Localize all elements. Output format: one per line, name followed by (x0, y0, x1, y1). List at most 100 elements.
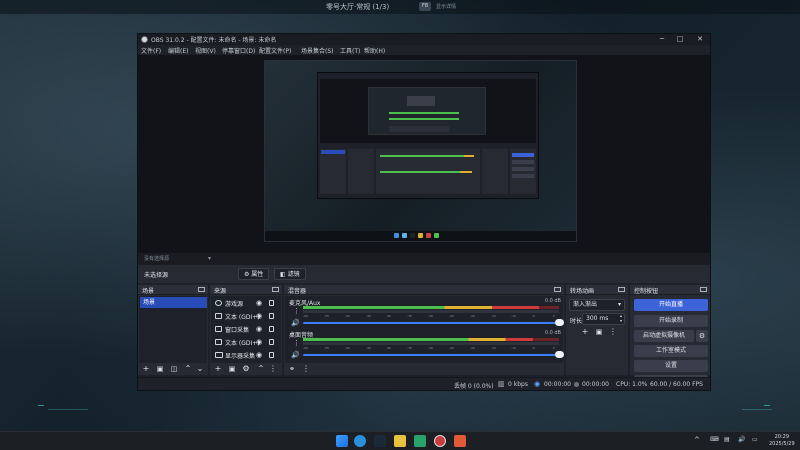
obs-window[interactable]: OBS 31.0.2 - 配置文件: 未命名 - 场景: 未命名 ─ □ ✕ 文… (137, 33, 711, 391)
mixer-dock-header: 混音器 (284, 285, 564, 295)
channel-menu-icon[interactable]: ⋮ (293, 307, 300, 315)
more-options-icon[interactable]: ⋮ (268, 364, 278, 374)
preview-canvas[interactable] (264, 60, 577, 242)
remove-source-icon[interactable]: ▣ (227, 364, 237, 374)
move-up-icon[interactable]: ⌃ (256, 364, 266, 374)
menu-profile[interactable]: 配置文件(P) (259, 46, 291, 55)
more-options-icon[interactable]: ⋮ (301, 364, 311, 374)
text-icon (215, 313, 222, 319)
undock-icon[interactable] (700, 287, 707, 292)
undock-icon[interactable] (618, 287, 625, 292)
visibility-eye-icon[interactable]: ◉ (256, 312, 262, 320)
transition-select[interactable]: 渐入渐出 ▾ (569, 299, 625, 311)
scene-filters-icon[interactable]: ◫ (169, 364, 179, 374)
move-up-icon[interactable]: ⌃ (183, 364, 193, 374)
visibility-eye-icon[interactable]: ◉ (256, 325, 262, 333)
source-properties-icon[interactable]: ⚙ (241, 364, 251, 374)
app-icon[interactable] (454, 435, 466, 447)
remove-scene-icon[interactable]: ▣ (155, 364, 165, 374)
source-item[interactable]: 游戏源 ◉ (214, 297, 280, 310)
spin-arrows-icon[interactable]: ▴ ▾ (620, 313, 622, 323)
start-menu-icon[interactable] (336, 435, 348, 447)
scene-item[interactable]: 场景 (140, 297, 207, 308)
dropdown-arrow-icon[interactable]: ▾ (208, 255, 211, 262)
lock-icon[interactable] (269, 339, 274, 345)
menu-view[interactable]: 视图(V) (195, 46, 216, 55)
source-item[interactable]: 显示器采集 ◉ (214, 349, 280, 362)
volume-slider[interactable] (303, 322, 557, 324)
menu-edit[interactable]: 编辑(E) (168, 46, 188, 55)
source-item[interactable]: 窗口采集 ◉ (214, 323, 280, 336)
browser-icon[interactable] (354, 435, 366, 447)
menu-help[interactable]: 帮助(H) (364, 46, 385, 55)
undock-icon[interactable] (198, 287, 205, 292)
overlay-show-details[interactable]: 显示详情 (436, 3, 456, 10)
clock[interactable]: 20:29 2025/5/29 (769, 434, 795, 448)
menu-docks[interactable]: 停靠窗口(D) (222, 46, 255, 55)
lock-icon[interactable] (269, 352, 274, 358)
properties-label: 属性 (251, 271, 264, 278)
meter-tick-label: -30 (428, 314, 433, 318)
window-titlebar[interactable]: OBS 31.0.2 - 配置文件: 未命名 - 场景: 未命名 ─ □ ✕ (138, 34, 710, 45)
source-item[interactable]: 文本 (GDI+) ◉ (214, 336, 280, 349)
volume-slider-handle[interactable] (555, 319, 564, 326)
steam-icon[interactable] (374, 435, 386, 447)
duration-spinbox[interactable]: 300 ms ▴ ▾ (582, 313, 625, 325)
nested-mixer-panel (376, 149, 480, 194)
record-time: 00:00:00 (582, 381, 609, 388)
network-icon[interactable]: ▤ (724, 436, 730, 443)
properties-button[interactable]: ⚙ 属性 (238, 268, 270, 280)
meter-tick-label: -10 (511, 314, 516, 318)
volume-icon[interactable]: 🔊 (738, 436, 745, 443)
close-button[interactable]: ✕ (692, 34, 708, 45)
lock-icon[interactable] (269, 300, 274, 306)
menu-scene-collection[interactable]: 场景集合(S) (301, 46, 334, 55)
channel-menu-icon[interactable]: ⋮ (293, 339, 300, 347)
battery-icon[interactable]: ▭ (752, 436, 758, 443)
more-options-icon[interactable]: ⋮ (608, 327, 618, 337)
nested-inner-capture (368, 87, 486, 135)
source-item[interactable]: 文本 (GDI+) ◉ (214, 310, 280, 323)
add-scene-icon[interactable]: + (141, 364, 151, 374)
start-virtual-camera-button[interactable]: 启动虚拟摄像机 (634, 330, 694, 342)
volume-slider[interactable] (303, 354, 557, 356)
app-icon[interactable] (414, 435, 426, 447)
link-icon[interactable]: ⚭ (287, 364, 297, 374)
scenes-list[interactable]: 场景 (139, 296, 207, 363)
volume-slider-handle[interactable] (555, 351, 564, 358)
visibility-eye-icon[interactable]: ◉ (256, 299, 262, 307)
display-capture-icon (215, 352, 223, 358)
meter-tick-label: -15 (491, 314, 496, 318)
speaker-icon[interactable]: 🔊 (291, 319, 300, 327)
visibility-eye-icon[interactable]: ◉ (256, 338, 262, 346)
undock-icon[interactable] (554, 287, 561, 292)
scenes-dock-header: 场景 (138, 285, 208, 295)
meter-tick-label: -5 (532, 314, 535, 318)
filters-button[interactable]: ◧ 滤镜 (274, 268, 306, 280)
start-recording-button[interactable]: 开始录制 (634, 315, 708, 327)
tray-expand-icon[interactable]: ^ (694, 436, 700, 444)
settings-button[interactable]: 设置 (634, 360, 708, 372)
menu-file[interactable]: 文件(F) (141, 46, 161, 55)
add-transition-icon[interactable]: + (580, 327, 590, 337)
lock-icon[interactable] (269, 313, 274, 319)
obs-taskbar-icon[interactable] (434, 435, 446, 447)
minimize-button[interactable]: ─ (654, 34, 670, 45)
preview-area[interactable] (138, 55, 710, 253)
start-streaming-button[interactable]: 开始直播 (634, 299, 708, 311)
keyboard-icon[interactable]: ⌨ (710, 436, 719, 443)
add-source-icon[interactable]: + (213, 364, 223, 374)
channel-db: 0.0 dB (544, 298, 561, 304)
undock-icon[interactable] (272, 287, 279, 292)
sources-list[interactable]: 游戏源 ◉ 文本 (GDI+) ◉ 窗口采集 ◉ 文本 (GDI+) ◉ 显示器… (211, 296, 281, 363)
visibility-eye-icon[interactable]: ◉ (256, 351, 262, 359)
lock-icon[interactable] (269, 326, 274, 332)
remove-transition-icon[interactable]: ▣ (594, 327, 604, 337)
app-icon[interactable] (394, 435, 406, 447)
virtual-camera-settings-icon[interactable]: ⚙ (696, 330, 708, 342)
maximize-button[interactable]: □ (672, 34, 688, 45)
speaker-icon[interactable]: 🔊 (291, 351, 300, 359)
studio-mode-button[interactable]: 工作室模式 (634, 345, 708, 357)
menu-tools[interactable]: 工具(T) (340, 46, 360, 55)
move-down-icon[interactable]: ⌄ (195, 364, 205, 374)
